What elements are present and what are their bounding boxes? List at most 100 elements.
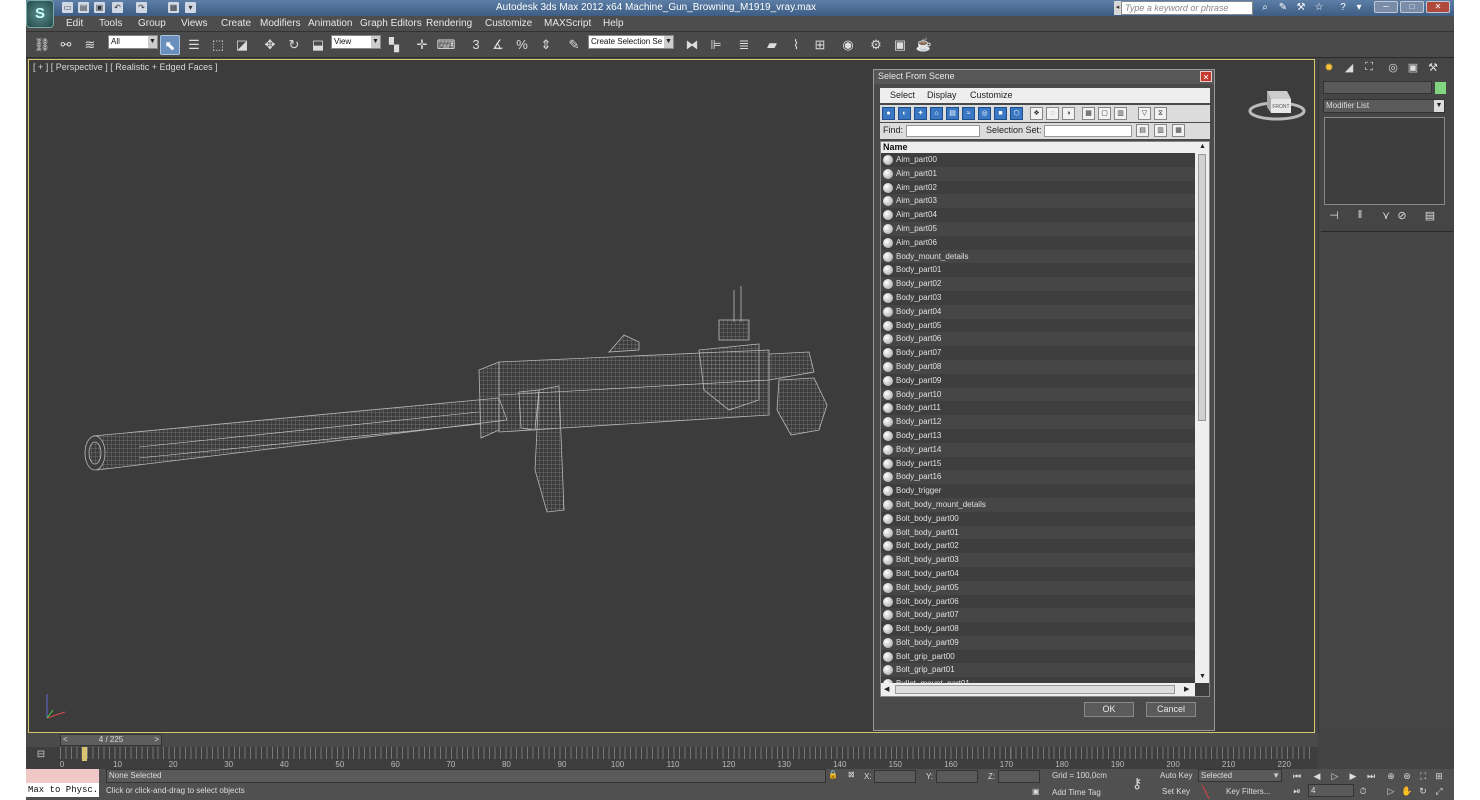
show-end-result-icon[interactable]: ‖: [1353, 209, 1367, 223]
close-button[interactable]: ✕: [1426, 1, 1450, 13]
zoom-all-icon[interactable]: ⊛: [1400, 770, 1414, 782]
menu-tools[interactable]: Tools: [99, 18, 122, 29]
project-folder-icon[interactable]: ▦: [168, 2, 179, 13]
rendered-frame-window-icon[interactable]: ▣: [890, 35, 910, 55]
key-icon[interactable]: ⚷: [1132, 775, 1142, 792]
percent-snap-icon[interactable]: %: [512, 35, 532, 55]
field-of-view-icon[interactable]: ▷: [1384, 785, 1398, 797]
list-item[interactable]: Body_part14: [881, 442, 1195, 457]
list-item[interactable]: Body_part12: [881, 415, 1195, 429]
zoom-extents-icon[interactable]: ⛶: [1416, 770, 1430, 782]
time-slider-next-icon[interactable]: >: [154, 735, 159, 745]
mirror-icon[interactable]: ⧓: [682, 35, 702, 55]
list-item[interactable]: Body_part13: [881, 428, 1195, 443]
time-slider-prev-icon[interactable]: <: [63, 735, 68, 745]
list-item[interactable]: Body_trigger: [881, 484, 1195, 498]
sync-selection-icon[interactable]: ⧖: [1154, 107, 1167, 120]
time-configuration-icon[interactable]: ⏱: [1356, 785, 1370, 797]
display-none-icon[interactable]: ◌: [1046, 107, 1059, 120]
menu-customize[interactable]: Customize: [485, 18, 532, 29]
list-item[interactable]: Bolt_body_mount_details: [881, 497, 1195, 512]
display-groups-icon[interactable]: ◎: [978, 107, 991, 120]
menu-animation[interactable]: Animation: [308, 18, 352, 29]
scene-object-list[interactable]: Name Aim_part00 Aim_part01 Aim_part02 Aim_p…: [880, 141, 1210, 697]
keyboard-shortcut-override-icon[interactable]: ⌨: [436, 35, 456, 55]
favorites-icon[interactable]: ☆: [1313, 2, 1325, 14]
list-item[interactable]: Bolt_body_part06: [881, 594, 1195, 609]
object-color-swatch[interactable]: [1435, 82, 1446, 94]
vertical-scroll-thumb[interactable]: [1198, 154, 1206, 421]
x-coord-field[interactable]: [874, 770, 916, 783]
help-dropdown-icon[interactable]: ▾: [1353, 2, 1365, 14]
object-name-field[interactable]: [1323, 81, 1432, 94]
layer-manager-icon[interactable]: ≣: [734, 35, 754, 55]
selection-set-dropdown[interactable]: [1044, 125, 1132, 137]
select-manipulate-icon[interactable]: ✛: [412, 35, 432, 55]
motion-panel-icon[interactable]: ◎: [1385, 61, 1401, 76]
dialog-close-button[interactable]: ✕: [1200, 71, 1212, 82]
select-set-objects-icon[interactable]: ▦: [1172, 124, 1185, 137]
list-item[interactable]: Bolt_body_part09: [881, 635, 1195, 650]
menu-views[interactable]: Views: [181, 18, 208, 29]
list-item[interactable]: Aim_part04: [881, 208, 1195, 222]
list-item[interactable]: Bolt_body_part02: [881, 539, 1195, 554]
current-frame-marker[interactable]: [82, 747, 88, 761]
horizontal-scroll-thumb[interactable]: [895, 685, 1175, 694]
select-and-link-icon[interactable]: ⛓: [32, 35, 52, 55]
ok-button[interactable]: OK: [1084, 702, 1134, 717]
z-coord-field[interactable]: [998, 770, 1040, 783]
add-selection-set-icon[interactable]: ▤: [1136, 124, 1149, 137]
select-invert-icon[interactable]: ▥: [1114, 107, 1127, 120]
redo-icon[interactable]: ↷: [136, 2, 147, 13]
menu-help[interactable]: Help: [603, 18, 624, 29]
quick-access-dropdown-icon[interactable]: ▾: [185, 2, 196, 13]
auto-key-button[interactable]: Auto Key: [1160, 771, 1192, 780]
save-icon[interactable]: ▣: [94, 2, 105, 13]
dialog-menu-display[interactable]: Display: [927, 90, 957, 100]
create-panel-icon[interactable]: ✹: [1321, 61, 1337, 76]
curve-editor-icon[interactable]: ⌇: [786, 35, 806, 55]
time-slider[interactable]: < 4 / 225 >: [60, 734, 162, 746]
list-item[interactable]: Bolt_grip_part01: [881, 663, 1195, 678]
key-filters-button[interactable]: Key Filters...: [1226, 787, 1270, 796]
named-selection-sets-dropdown[interactable]: Create Selection Se ▼: [588, 35, 674, 49]
open-icon[interactable]: ▤: [78, 2, 89, 13]
previous-frame-icon[interactable]: ◀: [1310, 770, 1324, 782]
scroll-up-icon[interactable]: ▲: [1199, 143, 1206, 150]
menu-graph-editors[interactable]: Graph Editors: [360, 18, 422, 29]
minimize-button[interactable]: ─: [1374, 1, 1398, 13]
hierarchy-panel-icon[interactable]: ⛶: [1361, 61, 1377, 76]
render-setup-icon[interactable]: ⚙: [866, 35, 886, 55]
set-key-icon[interactable]: ╲: [1202, 785, 1209, 799]
list-item[interactable]: Body_part05: [881, 318, 1195, 333]
absolute-mode-icon[interactable]: ⊠: [848, 770, 855, 779]
search-expand-icon[interactable]: ◂: [1114, 1, 1121, 15]
viewport-label[interactable]: [ + ] [ Perspective ] [ Realistic + Edge…: [33, 62, 218, 72]
list-item[interactable]: Body_part15: [881, 456, 1195, 471]
list-item[interactable]: Body_mount_details: [881, 249, 1195, 264]
list-item[interactable]: Bolt_body_part01: [881, 525, 1195, 540]
display-all-icon[interactable]: ❖: [1030, 107, 1043, 120]
zoom-extents-all-icon[interactable]: ⊞: [1432, 770, 1446, 782]
select-and-scale-icon[interactable]: ⬓: [308, 35, 328, 55]
invert-display-icon[interactable]: ◑: [1062, 107, 1075, 120]
binoculars-icon[interactable]: ⌕: [1259, 2, 1271, 14]
time-tag-icon[interactable]: ▣: [1032, 787, 1040, 796]
list-item[interactable]: Body_part09: [881, 373, 1195, 388]
scroll-left-icon[interactable]: ◀: [884, 685, 889, 693]
make-unique-icon[interactable]: ⋎: [1379, 209, 1393, 223]
pin-stack-icon[interactable]: ⊣: [1327, 209, 1341, 223]
next-frame-icon[interactable]: ▶: [1346, 770, 1360, 782]
pivot-center-icon[interactable]: ▚: [384, 35, 404, 55]
render-production-icon[interactable]: ☕: [914, 35, 934, 55]
set-key-button[interactable]: Set Key: [1162, 787, 1190, 796]
list-item[interactable]: Body_part02: [881, 277, 1195, 291]
angle-snap-icon[interactable]: ∡: [488, 35, 508, 55]
menu-modifiers[interactable]: Modifiers: [260, 18, 301, 29]
list-item[interactable]: Body_part16: [881, 470, 1195, 485]
selection-filter-dropdown[interactable]: All ▼: [108, 35, 158, 49]
list-item[interactable]: Body_part10: [881, 387, 1195, 402]
menu-maxscript[interactable]: MAXScript: [544, 18, 591, 29]
edit-named-selection-icon[interactable]: ✎: [564, 35, 584, 55]
display-xrefs-icon[interactable]: ■: [994, 107, 1007, 120]
